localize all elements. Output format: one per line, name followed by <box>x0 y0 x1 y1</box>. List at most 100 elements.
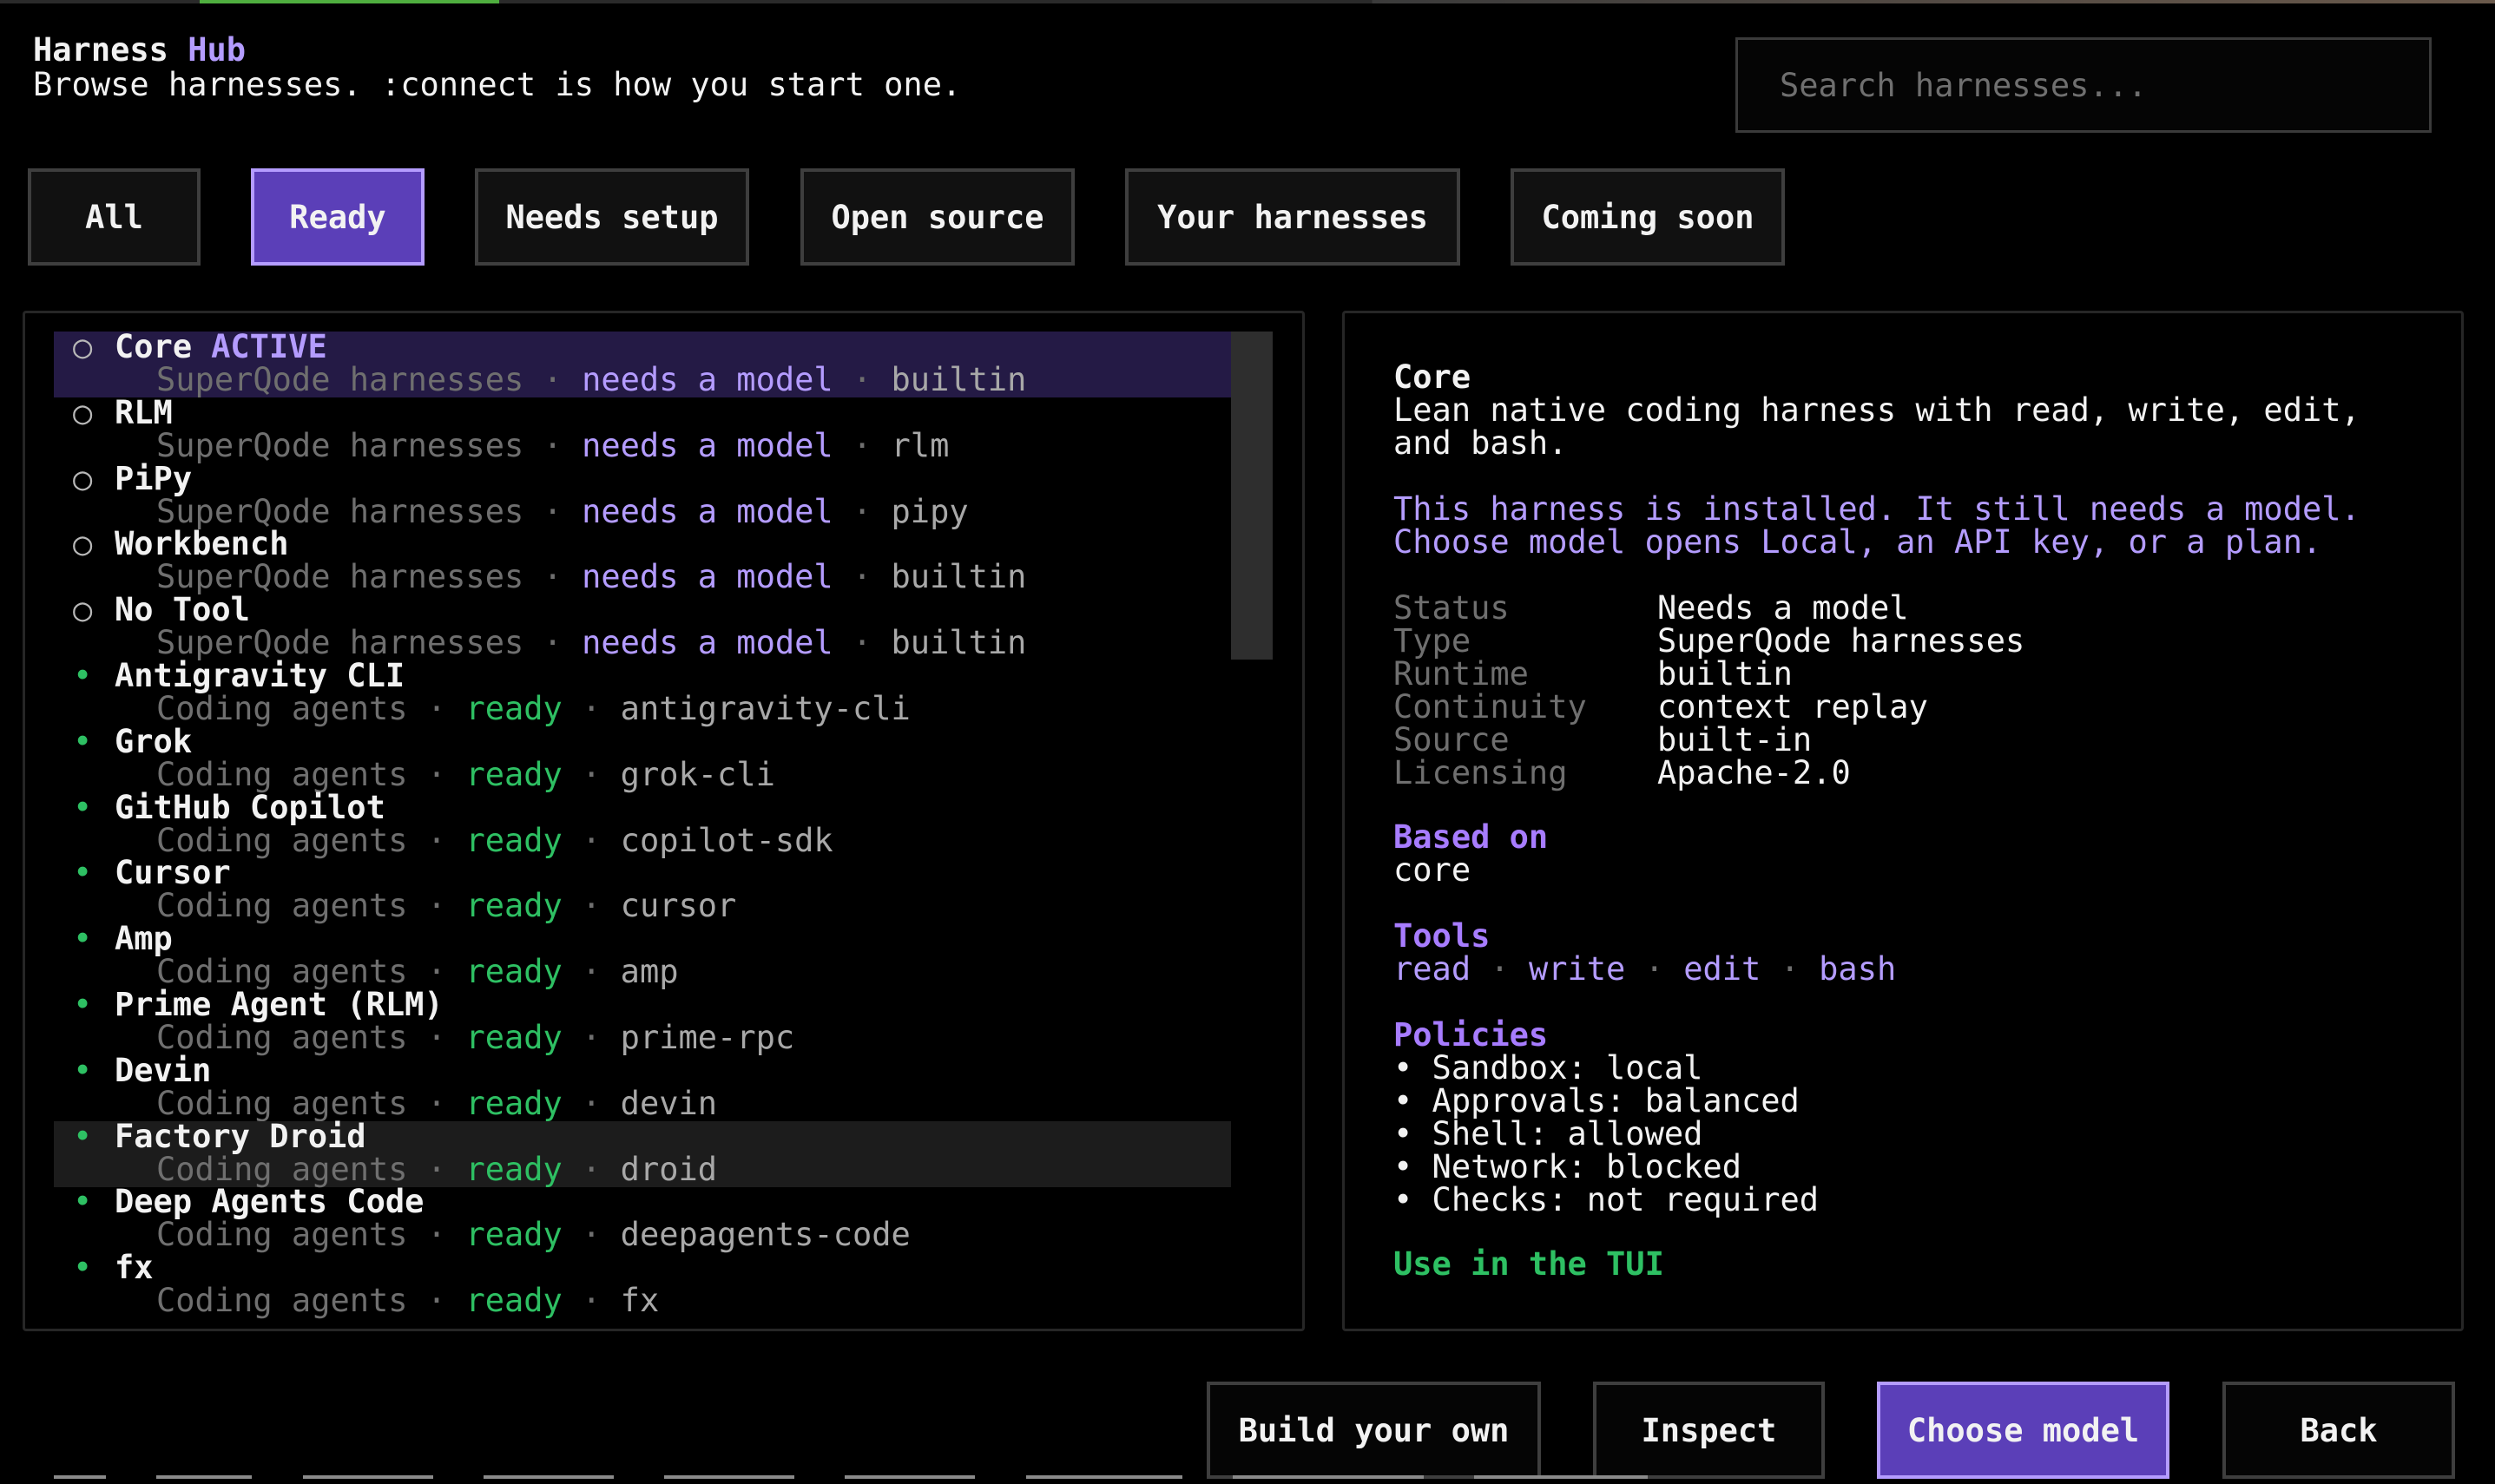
harness-runtime: builtin <box>891 361 1027 398</box>
policy-item: • Approvals: balanced <box>1393 1082 1800 1120</box>
window-top-edge <box>0 0 2495 3</box>
detail-description-line1: Lean native coding harness with read, wr… <box>1393 391 2360 429</box>
keybinding-hint-bar <box>54 1475 2311 1484</box>
property-value-continuity: context replay <box>1657 688 1928 726</box>
filter-tab-open-source[interactable]: Open source <box>800 168 1075 266</box>
list-scrollbar-thumb[interactable] <box>1231 332 1273 660</box>
harness-runtime: pipy <box>891 492 969 530</box>
property-value-runtime: builtin <box>1657 655 1793 693</box>
harness-title-line: • Amp <box>54 922 173 956</box>
filter-tab-needs-setup[interactable]: Needs setup <box>475 168 749 266</box>
harness-name: fx <box>115 1249 154 1287</box>
harness-list-item[interactable]: • Deep Agents Code Coding agents · ready ·… <box>54 1185 1231 1254</box>
separator: · <box>582 1019 602 1056</box>
filter-tab-all[interactable]: All <box>28 168 201 266</box>
harness-title-line: ○ RLM <box>54 395 173 430</box>
harness-category: Coding agents <box>156 1216 408 1254</box>
harness-list-item[interactable]: • Devin Coding agents · ready · devin <box>54 1051 1231 1122</box>
detail-description-line2: and bash. <box>1393 424 1568 462</box>
choose-model-button[interactable]: Choose model <box>1877 1382 2169 1479</box>
harness-meta-line: Coding agents · ready · devin <box>156 1084 717 1122</box>
separator: · <box>426 1019 447 1056</box>
harness-meta-line: Coding agents · ready · grok-cli <box>156 755 775 793</box>
harness-title-line: • Grok <box>54 724 192 759</box>
policy-item: • Network: blocked <box>1393 1148 1741 1185</box>
separator: · <box>582 887 602 925</box>
separator: · <box>852 426 872 464</box>
property-label-runtime: Runtime <box>1393 655 1529 693</box>
property-value-source: built-in <box>1657 721 1813 758</box>
harness-title-line: ○ No Tool <box>54 593 250 627</box>
harness-status: ready <box>465 821 563 859</box>
search-input[interactable] <box>1735 37 2432 133</box>
harness-name: Antigravity CLI <box>115 657 405 694</box>
harness-status: needs a model <box>582 558 833 596</box>
harness-runtime: droid <box>620 1150 718 1188</box>
separator: · <box>582 1216 602 1254</box>
harness-list-item[interactable]: ○ Workbench SuperQode harnesses · needs a … <box>54 525 1231 596</box>
separator: · <box>852 558 872 596</box>
harness-title-line: • Deep Agents Code <box>54 1185 424 1219</box>
ready-dot-icon: • <box>73 986 93 1023</box>
separator: · <box>1490 950 1510 988</box>
active-badge: ACTIVE <box>211 328 327 365</box>
hollow-circle-icon: ○ <box>73 525 93 563</box>
separator: · <box>426 1150 447 1188</box>
ready-dot-icon: • <box>73 1051 93 1089</box>
detail-notice-line1: This harness is installed. It still need… <box>1393 490 2360 528</box>
harness-title-line: • Prime Agent (RLM) <box>54 988 444 1022</box>
harness-meta-line: SuperQode harnesses · needs a model · rl… <box>156 426 949 464</box>
separator: · <box>426 1216 447 1254</box>
property-label-continuity: Continuity <box>1393 688 1587 726</box>
inspect-button[interactable]: Inspect <box>1593 1382 1825 1479</box>
use-in-tui-link[interactable]: Use in the TUI <box>1393 1248 1664 1281</box>
build-your-own-button[interactable]: Build your own <box>1207 1382 1541 1479</box>
harness-category: Coding agents <box>156 887 408 925</box>
harness-list-item[interactable]: • Prime Agent (RLM) Coding agents · ready … <box>54 988 1231 1055</box>
tool-read: read <box>1393 950 1471 988</box>
harness-name: Devin <box>115 1051 212 1089</box>
separator: · <box>1644 950 1664 988</box>
harness-category: Coding agents <box>156 755 408 793</box>
property-value-status: Needs a model <box>1657 589 1909 627</box>
separator: · <box>543 492 563 530</box>
harness-list-item[interactable]: ○ PiPy SuperQode harnesses · needs a model… <box>54 461 1231 530</box>
filter-tab-your-harnesses[interactable]: Your harnesses <box>1125 168 1460 266</box>
separator: · <box>543 361 563 398</box>
harness-status: ready <box>465 1282 563 1320</box>
filter-tab-coming-soon[interactable]: Coming soon <box>1511 168 1785 266</box>
harness-list-item[interactable]: • fx Coding agents · ready · fx <box>54 1249 1231 1320</box>
harness-category: SuperQode harnesses <box>156 361 524 398</box>
harness-name: No Tool <box>115 591 250 629</box>
harness-list-item[interactable]: • Factory Droid Coding agents · ready · dr… <box>54 1119 1231 1188</box>
ready-dot-icon: • <box>73 1183 93 1221</box>
ready-dot-icon: • <box>73 788 93 826</box>
property-label-status: Status <box>1393 589 1510 627</box>
harness-list-item[interactable]: ○ RLM SuperQode harnesses · needs a model … <box>54 395 1231 464</box>
harness-list-item[interactable]: • Amp Coding agents · ready · amp <box>54 922 1231 989</box>
separator: · <box>582 953 602 991</box>
policy-item: • Shell: allowed <box>1393 1115 1703 1152</box>
policies-heading: Policies <box>1393 1016 1549 1054</box>
harness-name: Core <box>115 328 193 365</box>
harness-list-item[interactable]: • Antigravity CLI Coding agents · ready · … <box>54 657 1231 726</box>
based-on-heading: Based on <box>1393 818 1549 856</box>
back-button[interactable]: Back <box>2222 1382 2455 1479</box>
harness-list-item[interactable]: ○ No Tool SuperQode harnesses · needs a mo… <box>54 593 1231 660</box>
harness-list-item[interactable]: • Grok Coding agents · ready · grok-cli <box>54 724 1231 793</box>
filter-tab-ready[interactable]: Ready <box>251 168 425 266</box>
tool-edit: edit <box>1683 950 1761 988</box>
harness-meta-line: Coding agents · ready · prime-rpc <box>156 1021 794 1055</box>
harness-name: Deep Agents Code <box>115 1183 425 1221</box>
harness-list-item[interactable]: ○ Core ACTIVE SuperQode harnesses · needs a… <box>54 330 1231 398</box>
harness-title-line: ○ Core ACTIVE <box>54 330 327 364</box>
harness-category: Coding agents <box>156 1084 408 1122</box>
harness-meta-line: Coding agents · ready · cursor <box>156 889 736 923</box>
harness-meta-line: Coding agents · ready · amp <box>156 955 679 989</box>
separator: · <box>852 492 872 530</box>
harness-list-item[interactable]: • GitHub Copilot Coding agents · ready · c… <box>54 788 1231 859</box>
harness-category: Coding agents <box>156 953 408 991</box>
harness-list-item[interactable]: • Cursor Coding agents · ready · cursor <box>54 856 1231 923</box>
separator: · <box>582 1282 602 1320</box>
hollow-circle-icon: ○ <box>73 591 93 629</box>
